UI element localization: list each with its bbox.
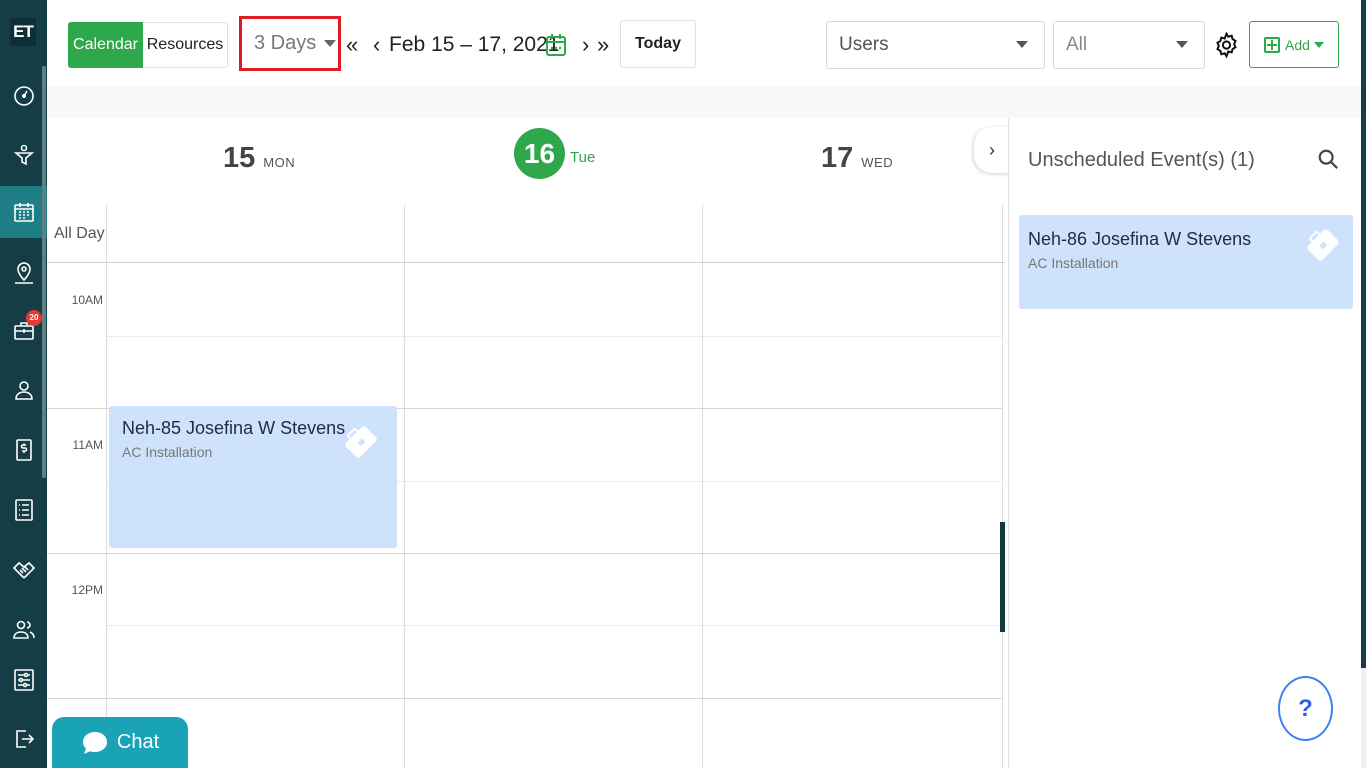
search-icon[interactable] [1317, 148, 1339, 175]
plus-square-icon [1264, 36, 1281, 53]
day-of-week: MON [263, 155, 296, 170]
today-button[interactable]: Today [620, 20, 696, 68]
date-range-title: Feb 15 – 17, 2021 [389, 33, 560, 56]
add-button-label: Add [1285, 36, 1310, 53]
sidebar: ET 20 [0, 0, 47, 768]
sidebar-item-map[interactable] [0, 247, 47, 299]
day-column-divider [404, 205, 405, 768]
sidebar-item-billing[interactable] [0, 424, 47, 476]
day-number: 17 [821, 142, 854, 174]
all-day-divider [47, 262, 1005, 263]
half-hour-line [106, 625, 1002, 626]
page-scrollbar[interactable] [1361, 0, 1366, 768]
logout-icon [15, 730, 34, 748]
prev-day-button[interactable]: ‹ [373, 32, 380, 58]
chevron-right-icon[interactable]: › [974, 127, 1010, 173]
next-range-button[interactable]: » [597, 32, 609, 58]
caret-down-icon [1313, 41, 1324, 48]
today-day-number: 16 [514, 128, 565, 179]
unscheduled-panel: Unscheduled Event(s) (1) Neh-86 Josefina… [1008, 118, 1361, 768]
next-day-button[interactable]: › [582, 32, 589, 58]
prev-range-button[interactable]: « [346, 32, 358, 58]
chat-label: Chat [116, 731, 160, 753]
chat-button[interactable]: Chat [52, 717, 188, 768]
view-range-value: 3 Days [254, 32, 317, 54]
sidebar-item-team[interactable] [0, 603, 47, 655]
unscheduled-event[interactable]: Neh-86 Josefina W Stevens AC Installatio… [1019, 215, 1353, 309]
view-range-select[interactable]: 3 Days [239, 16, 341, 71]
dollar-doc-icon [15, 439, 32, 461]
calendar-scrollbar[interactable] [1000, 522, 1005, 632]
gear-icon[interactable] [1213, 31, 1240, 64]
filter-select[interactable]: All [1053, 21, 1205, 69]
sidebar-item-lead[interactable] [0, 129, 47, 181]
unscheduled-title: Unscheduled Event(s) (1) [1028, 149, 1255, 171]
half-hour-line [106, 336, 1002, 337]
filter-select-value: All [1066, 34, 1088, 55]
time-label-10am: 10AM [71, 293, 103, 307]
day-of-week: WED [861, 155, 894, 170]
sidebar-item-jobs[interactable]: 20 [0, 305, 47, 357]
day-header-15[interactable]: 15 MON [223, 142, 295, 175]
toolbar-divider-band [47, 87, 1366, 118]
help-button[interactable]: ? [1278, 676, 1333, 741]
day-header-16-today[interactable]: 16 Tue [514, 128, 595, 179]
resources-view-button[interactable]: Resources [143, 22, 228, 68]
day-column-divider [702, 205, 703, 768]
sidebar-item-reports[interactable] [0, 484, 47, 536]
calendar-picker-icon[interactable] [545, 33, 567, 62]
map-pin-person-icon [14, 262, 33, 284]
caret-down-icon [1176, 41, 1188, 48]
time-column-divider [106, 205, 107, 768]
caret-down-icon [324, 40, 337, 47]
sidebar-item-customers[interactable] [0, 364, 47, 416]
event-subtitle: AC Installation [1028, 255, 1119, 271]
calendar-event[interactable]: Neh-85 Josefina W Stevens AC Installatio… [109, 406, 397, 548]
sidebar-item-dashboard[interactable] [0, 70, 47, 122]
time-label-11am: 11AM [72, 438, 103, 452]
day-of-week: Tue [570, 149, 596, 166]
calendar-view-button[interactable]: Calendar [68, 22, 143, 68]
sidebar-item-settings[interactable] [0, 654, 47, 706]
hour-line [47, 698, 1002, 699]
day-header-17[interactable]: 17 WED [821, 142, 893, 175]
calendar-grid: 15 MON 16 Tue 17 WED › All Day 10AM 11AM… [47, 118, 1010, 768]
all-day-label: All Day [54, 225, 105, 242]
handshake-icon [12, 561, 35, 579]
job-briefcase-icon [1307, 229, 1339, 261]
caret-down-icon [1016, 41, 1028, 48]
sliders-icon [13, 669, 34, 691]
person-icon [14, 381, 33, 400]
gauge-icon [13, 86, 34, 106]
hour-line [47, 553, 1002, 554]
sidebar-item-logout[interactable] [0, 713, 47, 765]
jobs-count-badge: 20 [26, 310, 42, 326]
time-label-12pm: 12PM [71, 583, 103, 597]
users-select-value: Users [839, 34, 889, 55]
funnel-icon [13, 144, 34, 166]
add-button[interactable]: Add [1249, 21, 1339, 68]
app-logo: ET [10, 18, 36, 46]
calendar-grid-icon [13, 203, 34, 222]
event-title: Neh-86 Josefina W Stevens [1028, 229, 1252, 249]
page-scrollbar-thumb[interactable] [1361, 0, 1366, 668]
day-column-divider [1002, 205, 1003, 768]
users-icon [12, 620, 35, 639]
sidebar-item-calendar[interactable] [0, 186, 47, 238]
day-number: 15 [223, 142, 256, 174]
users-select[interactable]: Users [826, 21, 1045, 69]
chat-bubble-icon [82, 731, 107, 754]
sidebar-item-deals[interactable] [0, 544, 47, 596]
job-briefcase-icon [345, 426, 377, 458]
sidebar-scrollbar[interactable] [42, 66, 46, 478]
list-icon [14, 499, 33, 521]
